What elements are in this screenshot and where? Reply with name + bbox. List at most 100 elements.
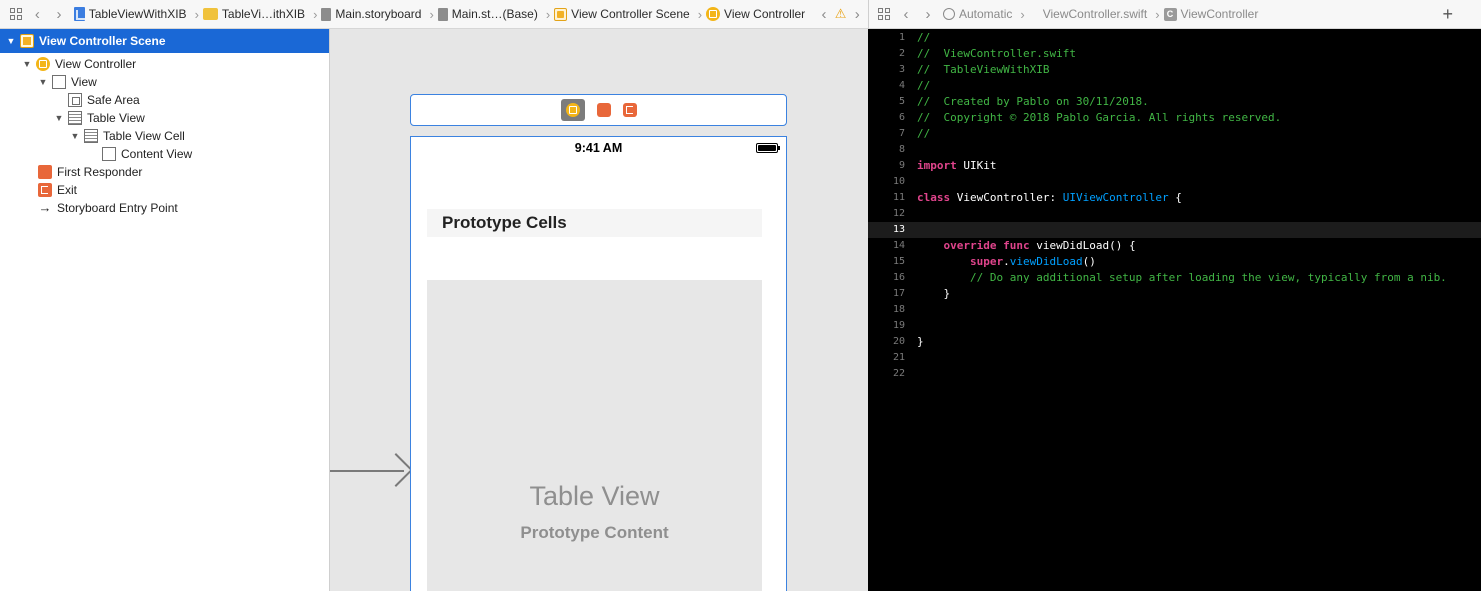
code-line[interactable]: 2 // ViewController.swift: [868, 46, 1481, 62]
code-line[interactable]: 6 // Copyright © 2018 Pablo Garcia. All r…: [868, 110, 1481, 126]
outline-item-table-view-cell[interactable]: ▼ Table View Cell: [0, 127, 329, 145]
editor-jump-bar: ‹ › Automatic › ViewController.swift › C…: [868, 0, 1481, 29]
code-text: override func viewDidLoad() {: [917, 238, 1136, 254]
breadcrumb-class-symbol[interactable]: C ViewController: [1163, 7, 1258, 21]
breadcrumb-swift-file[interactable]: ViewController.swift: [1043, 7, 1147, 21]
code-text: // Do any additional setup after loading…: [917, 270, 1447, 286]
breadcrumb-project[interactable]: TableViewWithXIB: [73, 7, 187, 21]
code-line[interactable]: 14 override func viewDidLoad() {: [868, 238, 1481, 254]
entry-point-arrow-icon: →: [38, 200, 52, 215]
code-editor[interactable]: 1 // 2 // ViewController.swift 3 // TableView…: [868, 29, 1481, 591]
line-number: 1: [898, 32, 905, 43]
dock-exit-icon[interactable]: [622, 103, 637, 117]
code-token: viewDidLoad() {: [1029, 239, 1136, 252]
code-token: // ViewController.swift: [917, 47, 1076, 60]
project-icon: [73, 7, 85, 21]
code-line[interactable]: 10: [868, 174, 1481, 190]
entry-point-arrowhead[interactable]: [379, 453, 413, 487]
chevron-right-icon: ›: [313, 6, 318, 22]
back-arrow-icon[interactable]: ‹: [27, 3, 49, 25]
line-number: 11: [892, 192, 905, 203]
storyboard-file-icon: [321, 7, 332, 21]
outline-item-content-view[interactable]: Content View: [0, 145, 329, 163]
code-token: (): [1082, 255, 1096, 268]
battery-icon: [756, 143, 780, 153]
add-editor-button[interactable]: +: [1442, 4, 1453, 25]
outline-item-first-responder[interactable]: First Responder: [0, 163, 329, 181]
outline-item-view-controller-scene[interactable]: ▼ View Controller Scene: [0, 29, 329, 53]
code-text: class ViewController: UIViewController {: [917, 190, 1182, 206]
line-number: 12: [892, 208, 905, 219]
disclosure-triangle-icon[interactable]: ▼: [38, 77, 48, 87]
line-number: 6: [898, 112, 905, 123]
breadcrumb-folder[interactable]: TableVi…ithXIB: [202, 7, 305, 21]
related-items-icon[interactable]: [873, 3, 895, 25]
code-line[interactable]: 19: [868, 318, 1481, 334]
code-line[interactable]: 17 }: [868, 286, 1481, 302]
code-line[interactable]: 22: [868, 366, 1481, 382]
scene-dock: [410, 94, 787, 126]
line-number: 16: [892, 272, 905, 283]
disclosure-triangle-icon[interactable]: ▼: [6, 36, 16, 46]
code-line[interactable]: 1 //: [868, 30, 1481, 46]
breadcrumb-storyboard-base[interactable]: Main.st…(Base): [437, 7, 538, 21]
code-line[interactable]: 21: [868, 350, 1481, 366]
previous-issue-icon[interactable]: ‹: [813, 3, 835, 25]
line-number: 10: [892, 176, 905, 187]
content-view-icon: [102, 147, 116, 161]
code-line[interactable]: 18: [868, 302, 1481, 318]
code-line[interactable]: 20}: [868, 334, 1481, 350]
disclosure-triangle-icon[interactable]: ▼: [70, 131, 80, 141]
assistant-mode-selector[interactable]: Automatic: [943, 7, 1012, 21]
breadcrumb-scene[interactable]: View Controller Scene: [554, 7, 690, 21]
code-line[interactable]: 15 super.viewDidLoad(): [868, 254, 1481, 270]
code-token: //: [917, 31, 931, 44]
line-number: 19: [892, 320, 905, 331]
outline-item-storyboard-entry-point[interactable]: → Storyboard Entry Point: [0, 199, 329, 217]
code-text: // TableViewWithXIB: [917, 62, 1049, 78]
forward-arrow-icon[interactable]: ›: [917, 3, 939, 25]
code-line[interactable]: 16 // Do any additional setup after load…: [868, 270, 1481, 286]
automatic-mode-icon: [943, 8, 955, 20]
outline-item-table-view[interactable]: ▼ Table View: [0, 109, 329, 127]
outline-item-safe-area[interactable]: Safe Area: [0, 91, 329, 109]
code-line[interactable]: 4 //: [868, 78, 1481, 94]
disclosure-triangle-icon[interactable]: ▼: [54, 113, 64, 123]
line-number: 7: [898, 128, 905, 139]
code-line[interactable]: 7 //: [868, 126, 1481, 142]
code-text: //: [917, 126, 930, 142]
code-line[interactable]: 11 class ViewController: UIViewController…: [868, 190, 1481, 206]
view-controller-icon: [706, 7, 721, 21]
code-token: ViewController:: [950, 191, 1063, 204]
code-line[interactable]: 3 // TableViewWithXIB: [868, 62, 1481, 78]
code-text: import UIKit: [917, 158, 997, 174]
outline-item-exit[interactable]: Exit: [0, 181, 329, 199]
next-issue-icon[interactable]: ›: [846, 3, 868, 25]
storyboard-jump-bar: ‹ › TableViewWithXIB › TableVi…ithXIB › …: [0, 0, 868, 29]
line-number: 9: [898, 160, 905, 171]
dock-view-controller-icon[interactable]: [560, 99, 585, 121]
back-arrow-icon[interactable]: ‹: [895, 3, 917, 25]
code-line[interactable]: 5 // Created by Pablo on 30/11/2018.: [868, 94, 1481, 110]
code-line[interactable]: 8: [868, 142, 1481, 158]
forward-arrow-icon[interactable]: ›: [48, 3, 70, 25]
chevron-right-icon: ›: [545, 6, 551, 22]
dock-first-responder-icon[interactable]: [596, 103, 611, 117]
outline-item-view-controller[interactable]: ▼ View Controller: [0, 55, 329, 73]
warning-icon[interactable]: ⚠: [835, 6, 847, 22]
breadcrumb-storyboard[interactable]: Main.storyboard: [321, 7, 421, 21]
outline-item-view[interactable]: ▼ View: [0, 73, 329, 91]
code-text: }: [917, 334, 924, 350]
chevron-right-icon: ›: [697, 6, 703, 22]
related-items-icon[interactable]: [5, 3, 27, 25]
code-text: // ViewController.swift: [917, 46, 1076, 62]
code-line[interactable]: 12: [868, 206, 1481, 222]
view-controller-frame[interactable]: 9:41 AM Prototype Cells Table View Proto…: [410, 136, 787, 591]
table-view[interactable]: Table View Prototype Content: [427, 280, 762, 591]
code-line[interactable]: 9 import UIKit: [868, 158, 1481, 174]
disclosure-triangle-icon[interactable]: ▼: [22, 59, 32, 69]
breadcrumb-view-controller[interactable]: View Controller: [706, 7, 805, 21]
code-line[interactable]: 13: [868, 222, 1481, 238]
code-token: {: [1168, 191, 1182, 204]
storyboard-canvas[interactable]: 9:41 AM Prototype Cells Table View Proto…: [330, 29, 868, 591]
